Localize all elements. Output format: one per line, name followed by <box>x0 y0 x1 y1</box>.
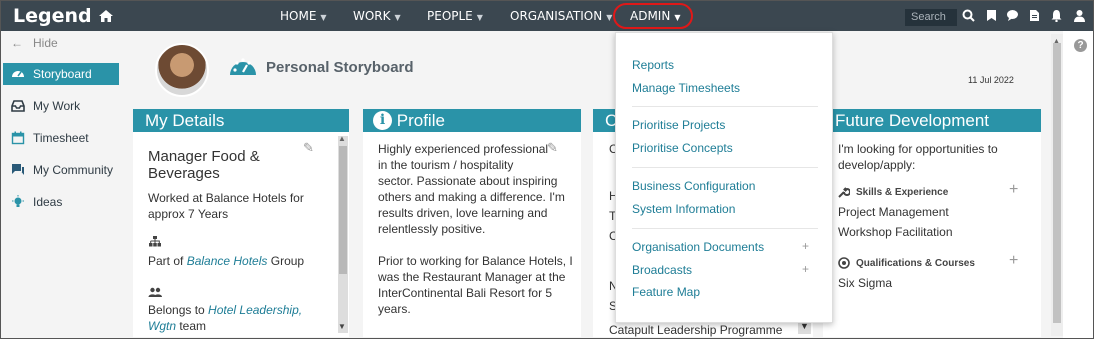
menu-item-organisation-documents[interactable]: Organisation Documents <box>632 240 764 254</box>
edit-pencil-icon[interactable]: ✎ <box>547 140 558 156</box>
job-title: Manager Food & Beverages <box>148 148 260 182</box>
menu-divider <box>632 106 818 107</box>
admin-highlight-circle <box>613 3 693 29</box>
certificate-icon <box>838 257 850 269</box>
menu-item-reports[interactable]: Reports <box>632 58 674 72</box>
chat-icon[interactable] <box>1006 9 1019 25</box>
balance-hotels-link[interactable]: Balance Hotels <box>187 254 268 268</box>
menu-item-prioritise-concepts[interactable]: Prioritise Concepts <box>632 141 733 155</box>
info-icon: i <box>373 110 392 130</box>
wgtn-link[interactable]: Wgtn <box>148 319 176 333</box>
edit-pencil-icon[interactable]: ✎ <box>303 140 314 156</box>
panel-my-details: Manager Food & Beverages ✎ Worked at Bal… <box>133 132 349 337</box>
panel-future-development: I'm looking for opportunities to develop… <box>823 132 1041 337</box>
menu-divider <box>632 167 818 168</box>
arrow-left-icon: ← <box>11 36 23 50</box>
sidebar-item-my-work[interactable]: My Work <box>3 95 119 117</box>
chevron-down-icon: ▼ <box>320 13 327 22</box>
user-icon[interactable] <box>1073 9 1086 25</box>
future-intro: I'm looking for opportunities to develop… <box>838 142 998 172</box>
scroll-down-arrow-icon[interactable]: ▼ <box>338 319 346 335</box>
menu-item-system-information[interactable]: System Information <box>632 202 735 216</box>
org-chart-icon <box>149 236 161 252</box>
sidebar-item-timesheet[interactable]: Timesheet <box>3 127 119 149</box>
panel-profile: Highly experienced professional in the t… <box>363 132 581 337</box>
panel-header-my-details: My Details <box>133 109 349 132</box>
inbox-icon <box>11 100 25 112</box>
chevron-down-icon: ▼ <box>394 13 401 22</box>
admin-dropdown-menu: Reports Manage Timesheets Prioritise Pro… <box>615 32 833 323</box>
speedometer-icon <box>229 55 257 84</box>
nav-work[interactable]: WORK ▼ <box>353 9 401 23</box>
nav-home[interactable]: HOME ▼ <box>280 9 327 23</box>
chevron-down-icon: ▼ <box>606 13 613 22</box>
sidebar-hide-toggle[interactable]: ← Hide <box>11 36 58 50</box>
qualifications-heading: Qualifications & Courses <box>838 257 975 269</box>
top-navbar: Legend HOME ▼ WORK ▼ PEOPLE ▼ ORGANISATION ▼… <box>1 1 1093 31</box>
chevron-down-icon: ▼ <box>476 13 483 22</box>
menu-item-feature-map[interactable]: Feature Map <box>632 285 700 299</box>
calendar-icon <box>11 131 25 145</box>
qualification-item: Six Sigma <box>838 276 893 290</box>
search-input[interactable]: Search <box>905 9 957 26</box>
chat-icon <box>12 164 24 175</box>
page-title: Personal Storyboard <box>266 59 414 76</box>
skill-item: Project Management <box>838 205 949 219</box>
app-window: Legend HOME ▼ WORK ▼ PEOPLE ▼ ORGANISATION ▼… <box>0 0 1094 339</box>
expand-plus-icon[interactable]: + <box>802 239 809 253</box>
menu-divider <box>632 228 818 229</box>
sidebar-item-my-community[interactable]: My Community <box>3 159 119 181</box>
panel-header-profile: i Profile <box>363 109 581 132</box>
nav-organisation[interactable]: ORGANISATION ▼ <box>510 9 612 23</box>
avatar[interactable] <box>155 43 209 97</box>
nav-people[interactable]: PEOPLE ▼ <box>427 9 483 23</box>
menu-item-manage-timesheets[interactable]: Manage Timesheets <box>632 81 740 95</box>
expand-plus-icon[interactable]: + <box>802 262 809 276</box>
career-programme-text: Catapult Leadership Programme <box>609 323 783 337</box>
tenure-text: Worked at Balance Hotels for approx 7 Ye… <box>148 191 304 221</box>
menu-item-broadcasts[interactable]: Broadcasts <box>632 263 692 277</box>
add-skill-button[interactable]: + <box>1009 181 1018 199</box>
sidebar-item-ideas[interactable]: Ideas <box>3 191 119 213</box>
details-scrollbar-thumb[interactable] <box>339 146 347 274</box>
team-text: Belongs to Hotel Leadership, Wgtn team <box>148 303 303 333</box>
search-icon[interactable] <box>962 9 975 25</box>
scroll-up-arrow-icon[interactable]: ▲ <box>338 131 346 147</box>
panel-header-future-development: Future Development <box>823 109 1041 132</box>
bell-icon[interactable] <box>1050 9 1063 25</box>
menu-item-prioritise-projects[interactable]: Prioritise Projects <box>632 118 725 132</box>
lightbulb-icon <box>12 195 24 207</box>
skill-item: Workshop Facilitation <box>838 225 953 239</box>
menu-item-business-configuration[interactable]: Business Configuration <box>632 179 755 193</box>
help-icon[interactable]: ? <box>1074 39 1087 52</box>
group-text: Part of Balance Hotels Group <box>148 254 305 268</box>
add-qualification-button[interactable]: + <box>1009 252 1018 270</box>
date-label: 11 Jul 2022 <box>968 75 1014 85</box>
bookmark-icon[interactable] <box>985 9 998 25</box>
wrench-icon <box>838 187 850 198</box>
page-scrollbar-thumb[interactable] <box>1053 43 1061 323</box>
document-icon[interactable] <box>1028 9 1041 25</box>
home-icon <box>98 10 113 22</box>
team-icon <box>148 285 162 301</box>
app-logo[interactable]: Legend <box>13 5 114 27</box>
sidebar: ← Hide Storyboard My Work Timesheet My C… <box>1 31 123 338</box>
speedometer-icon <box>12 71 24 77</box>
hotel-leadership-link[interactable]: Hotel Leadership, <box>208 303 302 317</box>
skills-heading: Skills & Experience <box>838 186 948 198</box>
sidebar-item-storyboard[interactable]: Storyboard <box>3 63 119 85</box>
scroll-up-arrow-icon[interactable]: ▲ <box>1053 34 1060 50</box>
profile-text: Highly experienced professional in the t… <box>378 142 573 316</box>
